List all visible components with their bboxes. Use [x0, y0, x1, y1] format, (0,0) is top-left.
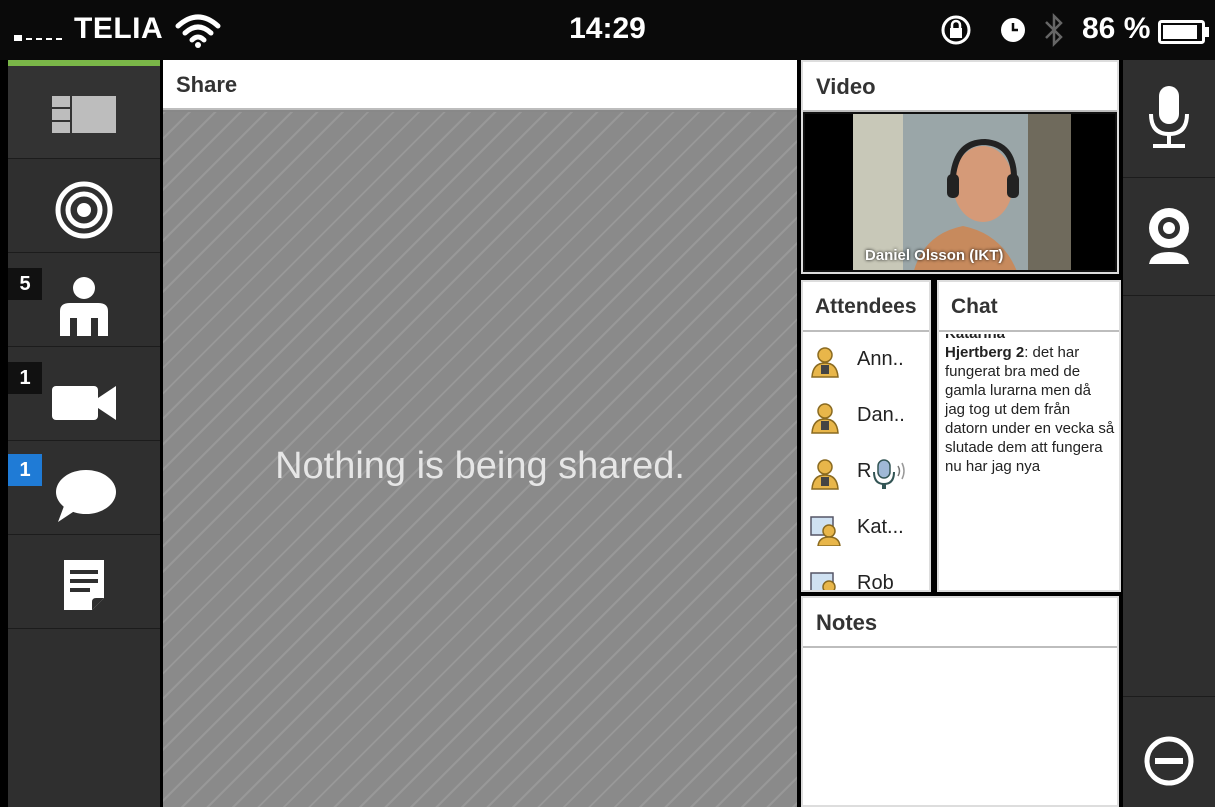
- status-time: 14:29: [569, 12, 646, 45]
- layout-icon: [52, 96, 116, 133]
- video-participant-name: Daniel Olsson (IKT): [865, 247, 1004, 264]
- video-camera-icon: [52, 386, 116, 420]
- chat-bubble-icon: [56, 470, 116, 522]
- microphone-icon: [1149, 86, 1189, 148]
- right-sidebar: [1123, 60, 1215, 807]
- chat-count-badge: 1: [8, 454, 42, 486]
- share-pod-title: Share: [163, 60, 797, 110]
- video-count-badge: 1: [8, 362, 42, 394]
- video-feed[interactable]: Daniel Olsson (IKT): [805, 114, 1115, 270]
- share-pod: Share Nothing is being shared.: [163, 60, 797, 807]
- sidebar-item-broadcast[interactable]: [8, 160, 160, 253]
- participant-icon: [810, 572, 836, 590]
- status-bar: TELIA 14:29 86 %: [0, 0, 1215, 60]
- attendee-name: Kat...: [857, 516, 904, 538]
- rotation-lock-icon: [941, 15, 971, 45]
- attendee-row[interactable]: R: [803, 446, 929, 502]
- chat-message-text: : det har fungerat bra med de gamla lura…: [945, 344, 1115, 475]
- sidebar-item-notes[interactable]: [8, 536, 160, 629]
- attendee-row[interactable]: Kat...: [803, 502, 929, 558]
- alarm-clock-icon: [1001, 18, 1025, 42]
- left-sidebar: 5 1 1: [8, 60, 160, 807]
- sidebar-item-layouts[interactable]: [8, 66, 160, 159]
- host-icon: [811, 459, 839, 490]
- sidebar-item-video[interactable]: 1: [8, 348, 160, 441]
- share-area: Nothing is being shared.: [163, 112, 797, 807]
- bluetooth-icon: [1045, 12, 1063, 48]
- speaking-microphone-icon: [873, 459, 905, 489]
- participant-icon: [810, 516, 841, 546]
- attendees-pod: Attendees Ann.. Dan.. R Kat... Rob: [801, 280, 931, 592]
- sidebar-item-chat[interactable]: 1: [8, 442, 160, 535]
- battery-icon: [1158, 20, 1209, 44]
- attendee-name: Rob: [857, 572, 894, 592]
- notes-icon: [64, 560, 104, 610]
- attendee-row[interactable]: Ann..: [803, 334, 929, 390]
- webcam-button[interactable]: [1123, 178, 1215, 296]
- attendees-count-badge: 5: [8, 268, 42, 300]
- chat-cut-off-line: Katarina: [945, 334, 1005, 343]
- sidebar-item-attendees[interactable]: 5: [8, 254, 160, 347]
- share-empty-message: Nothing is being shared.: [275, 445, 685, 487]
- microphone-button[interactable]: [1123, 60, 1215, 178]
- chat-pod: Chat Katarina Hjertberg 2: det har funge…: [937, 280, 1121, 592]
- attendees-pod-title: Attendees: [803, 282, 929, 332]
- notes-pod: Notes: [801, 596, 1119, 807]
- attendee-name: Ann..: [857, 348, 904, 370]
- notes-pod-title: Notes: [803, 598, 1117, 648]
- attendee-name: Dan..: [857, 404, 905, 426]
- battery-percent: 86 %: [1082, 12, 1151, 45]
- chat-sender: Hjertberg 2: [945, 344, 1025, 361]
- chat-messages[interactable]: Katarina Hjertberg 2: det har fungerat b…: [939, 334, 1119, 590]
- person-icon: [60, 277, 108, 336]
- chat-message: Hjertberg 2: det har fungerat bra med de…: [945, 343, 1115, 476]
- minus-circle-icon: [1144, 736, 1194, 786]
- webcam-icon: [1149, 208, 1189, 264]
- host-icon: [811, 347, 839, 378]
- broadcast-icon: [55, 181, 113, 239]
- video-pod: Video Daniel Olsson (IKT): [801, 60, 1119, 274]
- leave-meeting-button[interactable]: [1123, 696, 1215, 807]
- chat-pod-title: Chat: [939, 282, 1119, 332]
- video-pod-title: Video: [803, 62, 1117, 112]
- attendee-row[interactable]: Rob: [803, 558, 929, 592]
- attendee-row[interactable]: Dan..: [803, 390, 929, 446]
- host-icon: [811, 403, 839, 434]
